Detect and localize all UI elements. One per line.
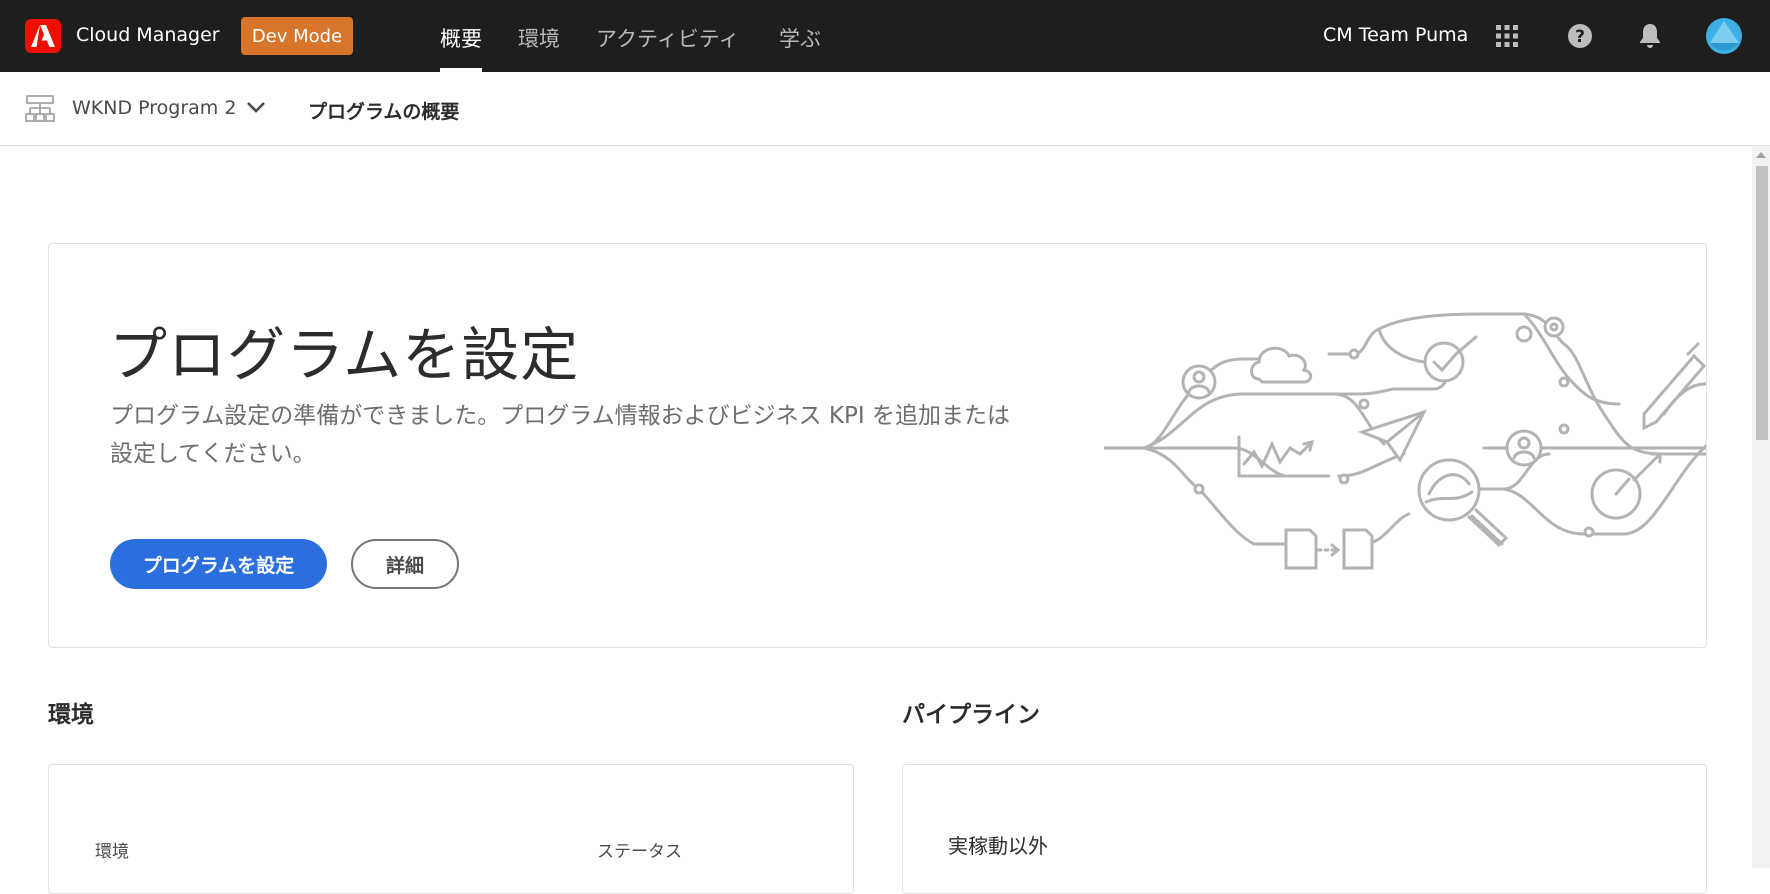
tab-activity[interactable]: アクティビティ (596, 23, 739, 53)
environments-panel (48, 764, 854, 894)
help-icon[interactable]: ? (1567, 23, 1593, 49)
dev-mode-badge[interactable]: Dev Mode (241, 17, 353, 55)
scrollbar-thumb[interactable] (1756, 166, 1768, 440)
hero-title: プログラムを設定 (109, 321, 580, 389)
adobe-logo-icon[interactable] (25, 19, 61, 53)
app-grid-icon[interactable] (1495, 24, 1519, 48)
tab-learn[interactable]: 学ぶ (779, 23, 821, 53)
scroll-up-arrow-icon[interactable] (1756, 152, 1766, 158)
bell-icon[interactable] (1638, 23, 1662, 49)
top-nav-bar: Cloud Manager Dev Mode 概要 環境 アクティビティ 学ぶ … (0, 0, 1770, 72)
setup-program-button[interactable]: プログラムを設定 (110, 539, 327, 589)
pipelines-panel (902, 764, 1707, 894)
column-header-environment: 環境 (95, 842, 129, 862)
setup-program-card: プログラムを設定 プログラム設定の準備ができました。プログラム情報およびビジネス… (48, 243, 1707, 648)
chevron-down-icon (246, 97, 266, 119)
app-name[interactable]: Cloud Manager (76, 24, 220, 46)
avatar[interactable] (1706, 18, 1742, 54)
svg-text:?: ? (1575, 27, 1585, 47)
hero-description: プログラム設定の準備ができました。プログラム情報およびビジネス KPI を追加ま… (110, 403, 1010, 467)
non-production-label: 実稼動以外 (948, 834, 1048, 858)
program-icon (25, 94, 55, 124)
column-header-status: ステータス (597, 842, 682, 862)
workflow-illustration-icon (1104, 312, 1706, 570)
page-title: プログラムの概要 (308, 101, 460, 123)
program-name: WKND Program 2 (72, 97, 237, 119)
pipelines-section-title: パイプライン (902, 702, 1040, 728)
learn-more-button[interactable]: 詳細 (351, 539, 459, 589)
program-selector[interactable]: WKND Program 2 (72, 97, 266, 119)
org-switcher[interactable]: CM Team Puma (1323, 24, 1468, 46)
tab-overview[interactable]: 概要 (440, 23, 482, 53)
environments-section-title: 環境 (48, 702, 94, 728)
program-bar: WKND Program 2 プログラムの概要 (0, 72, 1770, 146)
tab-environments[interactable]: 環境 (518, 23, 560, 53)
